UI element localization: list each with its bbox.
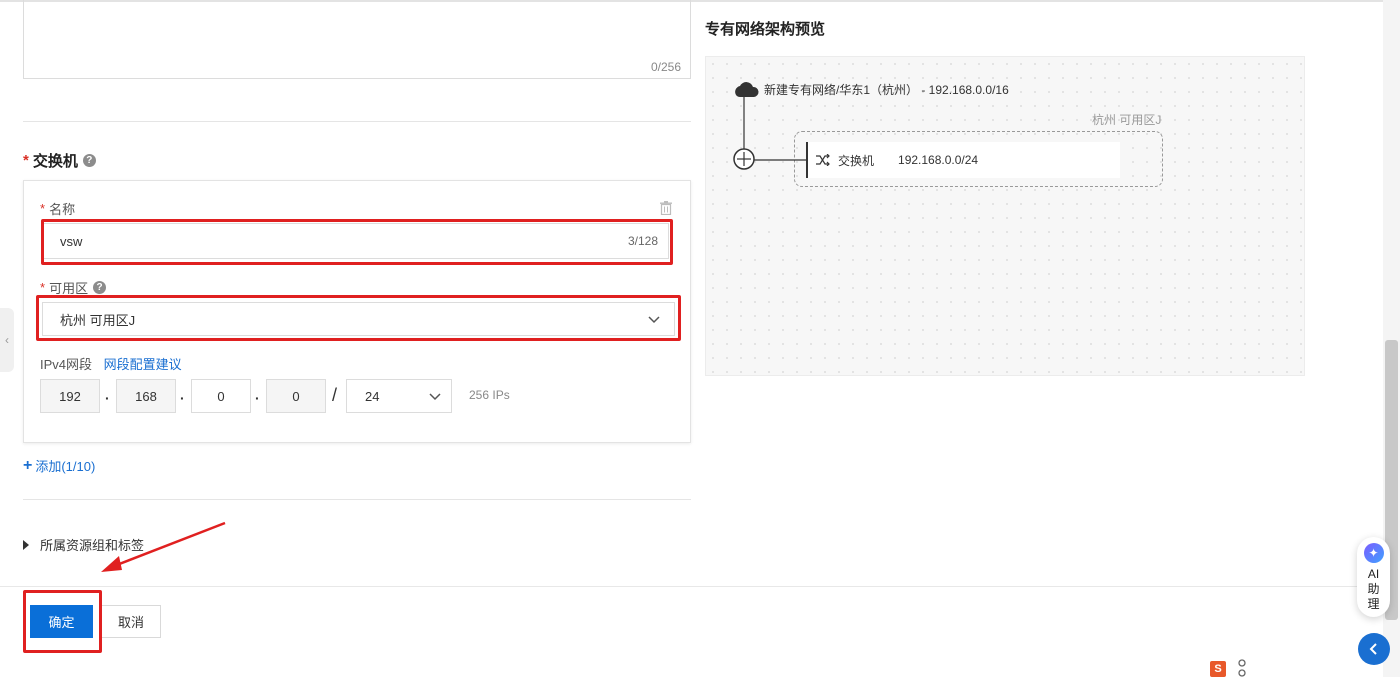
- name-input-highlight: [41, 219, 673, 265]
- vswitch-node-cidr: 192.168.0.0/24: [898, 153, 979, 167]
- shuffle-icon: [816, 154, 830, 166]
- annotation-arrow: [101, 521, 226, 572]
- ip-slash: /: [332, 385, 338, 405]
- ipv4-field-label: IPv4网段 网段配置建议: [40, 354, 182, 373]
- required-mark: *: [23, 152, 29, 169]
- plus-icon: +: [23, 456, 33, 474]
- ip-dot: ·: [255, 390, 260, 406]
- help-icon[interactable]: ?: [93, 281, 107, 294]
- subnet-mask-value: 24: [365, 388, 380, 404]
- ip-octet-4[interactable]: 0: [266, 379, 326, 413]
- ip-count-text: 256 IPs: [469, 388, 510, 402]
- vswitch-card: * 名称 vsw 3/128 * 可用区 ? 杭州 可用区J IPv4网段 网段…: [23, 180, 691, 443]
- sparkle-icon: ✦: [1363, 543, 1384, 563]
- architecture-preview-canvas: 新建专有网络/华东1（杭州） - 192.168.0.0/16 杭州 可用区J …: [705, 56, 1305, 376]
- ip-octet-3[interactable]: 0: [191, 379, 251, 413]
- tray-icon: [1238, 659, 1246, 677]
- chevron-left-icon: [1369, 643, 1377, 655]
- topology-lines: [733, 82, 759, 170]
- vpc-label: 新建专有网络/华东1（杭州） - 192.168.0.0/16: [764, 83, 1009, 97]
- vswitch-node: 交换机 192.168.0.0/24: [806, 142, 1120, 178]
- vswitch-title-text: 交换机: [32, 153, 78, 170]
- subnet-mask-select[interactable]: 24: [346, 379, 452, 413]
- add-vswitch-link[interactable]: + 添加(1/10): [23, 456, 95, 475]
- ai-label-line: 助: [1367, 582, 1380, 596]
- trash-icon[interactable]: [660, 201, 672, 215]
- name-label-text: 名称: [49, 202, 76, 217]
- required-mark: *: [40, 280, 46, 295]
- zone-label: 杭州 可用区J: [1092, 113, 1162, 127]
- cancel-button[interactable]: 取消: [101, 605, 161, 638]
- router-switch-link: [754, 159, 806, 161]
- ip-dot: ·: [105, 390, 110, 406]
- required-mark: *: [40, 201, 46, 216]
- ip-dot: ·: [180, 390, 185, 406]
- help-icon[interactable]: ?: [82, 154, 96, 167]
- preview-title: 专有网络架构预览: [705, 21, 826, 38]
- ip-octet-2: 168: [116, 379, 176, 413]
- ai-assistant-button[interactable]: ✦ AI 助 理: [1357, 537, 1390, 617]
- app-logo-icon: S: [1210, 661, 1226, 677]
- ipv4-label-text: IPv4网段: [40, 357, 93, 372]
- vswitch-section-title: * 交换机 ?: [23, 150, 96, 171]
- section-divider: [23, 121, 691, 122]
- cidr-suggestion-link[interactable]: 网段配置建议: [104, 357, 182, 372]
- add-vswitch-label: 添加(1/10): [35, 459, 96, 474]
- section-divider: [23, 499, 691, 500]
- footer-divider: [0, 586, 1400, 587]
- ip-octet-1: 192: [40, 379, 100, 413]
- chevron-down-icon: [429, 393, 441, 401]
- description-char-count: 0/256: [650, 60, 681, 74]
- collapse-panel-button[interactable]: [1358, 633, 1390, 665]
- caret-right-icon: [23, 539, 29, 550]
- cloud-icon: [735, 82, 759, 97]
- vswitch-node-name: 交换机: [838, 153, 875, 168]
- description-textarea[interactable]: 0/256: [23, 0, 691, 79]
- confirm-button-highlight: [23, 590, 102, 653]
- name-field-label: * 名称: [40, 199, 75, 218]
- ai-label-line: 理: [1367, 597, 1380, 611]
- collapse-left-tab[interactable]: ‹: [0, 308, 14, 372]
- ai-assistant-label: AI 助 理: [1367, 567, 1379, 612]
- zone-select-highlight: [36, 295, 681, 341]
- ai-label-line: AI: [1367, 567, 1380, 581]
